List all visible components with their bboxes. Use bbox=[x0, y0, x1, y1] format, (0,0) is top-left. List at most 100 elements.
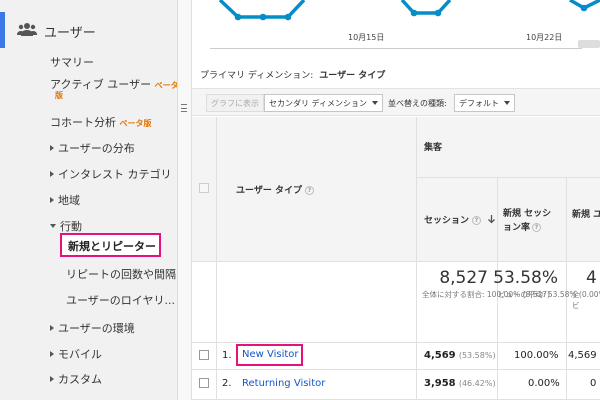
secondary-dimension-label: セカンダリ ディメンション bbox=[269, 99, 367, 108]
sidebar-item-behavior[interactable]: 行動 bbox=[50, 218, 82, 234]
x-axis-tick: 10月22日 bbox=[526, 33, 563, 42]
sidebar-item-label: ユーザーのロイヤリ... bbox=[66, 294, 175, 307]
data-table: ユーザー タイプ? 集客 セッション? 新規 セッション率? 新規 ユ 8,52… bbox=[192, 117, 600, 400]
chart-point bbox=[259, 13, 267, 21]
sidebar-item-new-vs-returning[interactable]: 新規とリピーター bbox=[60, 233, 161, 257]
sidebar-item-technology[interactable]: ユーザーの環境 bbox=[50, 320, 135, 336]
table-toolbar: グラフに表示 セカンダリ ディメンション 並べ替えの種類: デフォルト bbox=[192, 88, 600, 116]
sidebar-item-engagement[interactable]: ユーザーのロイヤリ... bbox=[66, 292, 175, 308]
sessions-percentage: (46.42%) bbox=[458, 379, 496, 388]
sidebar-section-users[interactable]: ユーザー bbox=[0, 10, 177, 50]
column-divider bbox=[216, 117, 217, 400]
chart-point bbox=[434, 9, 442, 17]
sidebar-item-cohort-analysis[interactable]: コホート分析 ベータ版 bbox=[50, 114, 152, 130]
primary-dimension-value[interactable]: ユーザー タイプ bbox=[319, 71, 385, 81]
row-sessions: 4,569 (53.58%) bbox=[424, 350, 496, 361]
sort-type-dropdown[interactable]: デフォルト bbox=[454, 94, 515, 112]
dimension-link[interactable]: New Visitor bbox=[242, 349, 299, 360]
select-all-checkbox[interactable] bbox=[199, 183, 209, 193]
row-new-users: 0 bbox=[590, 378, 597, 389]
sidebar-item-active-users[interactable]: アクティブ ユーザー ベータ bbox=[50, 76, 178, 92]
expand-arrow-icon bbox=[50, 376, 54, 382]
row-sessions: 3,958 (46.42%) bbox=[424, 378, 496, 389]
beta-badge: ベータ版 bbox=[119, 119, 152, 128]
chevron-down-icon bbox=[504, 101, 510, 105]
sidebar-item-frequency-recency[interactable]: リピートの回数や間隔 bbox=[66, 266, 176, 282]
chart-point bbox=[410, 9, 418, 17]
help-icon[interactable]: ? bbox=[304, 186, 314, 195]
sort-type-label: 並べ替えの種類: bbox=[388, 99, 447, 108]
total-sessions: 8,527 bbox=[439, 268, 488, 288]
x-axis-tick: 10月15日 bbox=[348, 33, 385, 42]
row-index: 1. bbox=[222, 350, 232, 361]
sidebar-item-mobile[interactable]: モバイル bbox=[50, 346, 102, 362]
row-new-users: 4,569 bbox=[568, 350, 597, 361]
sidebar-item-demographics[interactable]: ユーザーの分布 bbox=[50, 140, 135, 156]
chevron-down-icon bbox=[371, 101, 378, 105]
sidebar-item-label: サマリー bbox=[50, 56, 94, 69]
row-new-session-rate: 100.00% bbox=[514, 350, 559, 361]
sidebar-item-geo[interactable]: 地域 bbox=[50, 192, 80, 208]
line-chart bbox=[218, 0, 600, 21]
column-header-label: セッション bbox=[424, 216, 470, 226]
chart-series-line-2 bbox=[400, 0, 452, 15]
dimension-column-header[interactable]: ユーザー タイプ? bbox=[236, 183, 314, 196]
chart-scroll-handle[interactable] bbox=[578, 40, 600, 48]
row-divider bbox=[192, 369, 600, 370]
row-divider bbox=[416, 177, 600, 178]
expand-arrow-icon bbox=[50, 171, 54, 177]
chart-point bbox=[580, 4, 588, 12]
beta-badge-suffix: 版 bbox=[55, 91, 63, 100]
row-checkbox[interactable] bbox=[199, 378, 209, 388]
sidebar-item-label: アクティブ ユーザー bbox=[50, 78, 152, 91]
column-header-label: ユーザー タイプ bbox=[236, 186, 302, 196]
total-new-users: 4 bbox=[586, 268, 597, 288]
sidebar-resize-handle[interactable] bbox=[178, 0, 192, 400]
column-header-label: 新規 セッション率 bbox=[503, 209, 552, 233]
total-new-session-rate-note: ビューの平均: 53.58% (0.00%) bbox=[498, 290, 600, 299]
help-icon[interactable]: ? bbox=[532, 223, 541, 232]
sidebar-title: ユーザー bbox=[44, 26, 96, 41]
plot-rows-button[interactable]: グラフに表示 bbox=[206, 94, 264, 112]
column-divider bbox=[566, 177, 567, 400]
expand-arrow-icon bbox=[50, 197, 54, 203]
total-new-users-note: 全ビ bbox=[572, 290, 580, 310]
sidebar-item-label: 地域 bbox=[58, 194, 80, 207]
sidebar: ユーザー サマリー アクティブ ユーザー ベータ 版 コホート分析 ベータ版 ユ… bbox=[0, 0, 178, 400]
sidebar-item-custom[interactable]: カスタム bbox=[50, 371, 102, 387]
new-users-column-header[interactable]: 新規 ユ bbox=[572, 207, 600, 220]
row-divider bbox=[192, 342, 600, 343]
sessions-value: 3,958 bbox=[424, 378, 456, 389]
users-icon bbox=[17, 23, 37, 36]
expand-arrow-icon bbox=[50, 351, 54, 357]
sidebar-item-label: カスタム bbox=[58, 373, 102, 386]
sidebar-item-label: 新規とリピーター bbox=[68, 240, 156, 253]
new-session-rate-column-header[interactable]: 新規 セッション率? bbox=[503, 207, 553, 235]
row-checkbox[interactable] bbox=[199, 350, 209, 360]
acquisition-group-header: 集客 bbox=[424, 143, 443, 153]
dimension-link[interactable]: Returning Visitor bbox=[242, 378, 325, 389]
active-section-indicator bbox=[0, 12, 5, 48]
collapse-arrow-icon bbox=[50, 224, 56, 228]
sidebar-item-label: インタレスト カテゴリ bbox=[58, 168, 172, 181]
sidebar-item-label: リピートの回数や間隔 bbox=[66, 268, 176, 281]
primary-dimension-row: プライマリ ディメンション: ユーザー タイプ bbox=[200, 68, 385, 81]
sessions-value: 4,569 bbox=[424, 350, 456, 361]
beta-badge: ベータ bbox=[154, 81, 178, 90]
sidebar-item-label: ユーザーの環境 bbox=[58, 322, 135, 335]
chart-point bbox=[234, 13, 242, 21]
chart-axis-line bbox=[210, 48, 582, 49]
row-index: 2. bbox=[222, 378, 232, 389]
chart-point bbox=[284, 13, 292, 21]
help-icon[interactable]: ? bbox=[472, 216, 482, 225]
sidebar-item-label: コホート分析 bbox=[50, 116, 116, 129]
expand-arrow-icon bbox=[50, 145, 54, 151]
expand-arrow-icon bbox=[50, 325, 54, 331]
secondary-dimension-dropdown[interactable]: セカンダリ ディメンション bbox=[264, 94, 383, 112]
sidebar-item-label: モバイル bbox=[58, 348, 102, 361]
sidebar-item-summary[interactable]: サマリー bbox=[50, 54, 94, 70]
row-new-session-rate: 0.00% bbox=[528, 378, 560, 389]
sidebar-item-interests[interactable]: インタレスト カテゴリ bbox=[50, 166, 172, 182]
sessions-column-header[interactable]: セッション? bbox=[424, 213, 496, 226]
sidebar-item-label: ユーザーの分布 bbox=[58, 142, 135, 155]
